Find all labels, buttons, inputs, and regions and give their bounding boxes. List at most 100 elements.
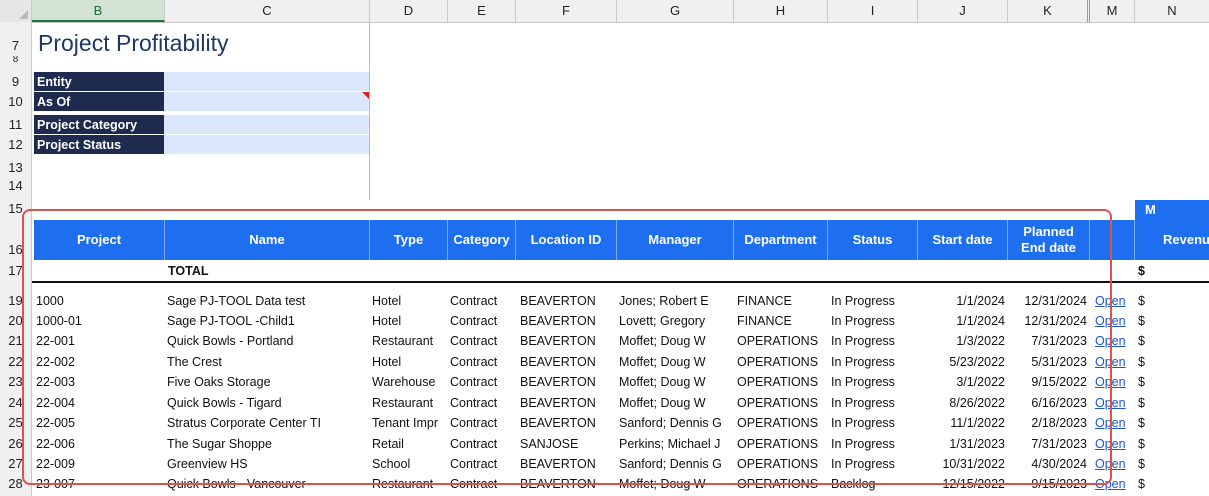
column-header-b[interactable]: B [32,0,165,22]
column-header-c[interactable]: C [165,0,370,22]
cell-status: In Progress [831,334,895,348]
row-number[interactable]: 28 [0,474,32,494]
cell-department: FINANCE [737,314,792,328]
row-number[interactable]: 10 [0,92,32,112]
cell-end: 6/16/2023 [1031,396,1087,410]
cell-start: 5/23/2022 [949,355,1005,369]
header-blank [1090,220,1135,260]
select-all-corner[interactable] [0,0,32,22]
column-header-n[interactable]: N [1135,0,1209,22]
row-number[interactable]: 13 [0,158,32,178]
row-number[interactable]: 7 [0,36,32,56]
cell-start: 12/15/2022 [942,477,1005,491]
cell-link[interactable]: Open [1095,393,1131,413]
filter-input-project-status[interactable] [164,135,369,155]
cell-link[interactable]: Open [1095,454,1131,474]
cell-status: In Progress [831,314,895,328]
row-number[interactable]: 8 [0,56,32,70]
column-header-d[interactable]: D [370,0,448,22]
cell-link[interactable]: Open [1095,352,1131,372]
header-start-date[interactable]: Start date [918,220,1008,260]
row-number[interactable]: 17 [0,261,32,281]
cell-start: 1/31/2023 [949,437,1005,451]
cell-type: Retail [372,437,404,451]
cell-name: Sage PJ-TOOL Data test [167,294,306,308]
cell-location: BEAVERTON [520,457,596,471]
cell-type: Warehouse [372,375,436,389]
cell-link[interactable]: Open [1095,291,1131,311]
row-number[interactable]: 26 [0,434,32,454]
cell-category: Contract [450,416,498,430]
cell-status: In Progress [831,294,895,308]
cell-manager: Lovett; Gregory [619,314,706,328]
column-header-k[interactable]: K [1008,0,1090,22]
cell-manager: Moffet; Doug W [619,396,706,410]
cell-manager: Moffet; Doug W [619,375,706,389]
cell-link[interactable]: Open [1095,331,1131,351]
header-planned-end-date[interactable]: Planned End date [1008,220,1090,260]
cell-link[interactable]: Open [1095,311,1131,331]
row-number[interactable]: 15 [0,199,32,219]
cell-location: BEAVERTON [520,314,596,328]
cell-category: Contract [450,294,498,308]
row-number[interactable]: 16 [0,240,32,260]
column-header-m[interactable]: M [1090,0,1135,22]
column-header-i[interactable]: I [828,0,918,22]
cell-link[interactable]: Open [1095,434,1131,454]
row-number[interactable]: 14 [0,176,32,196]
header-project[interactable]: Project [34,220,165,260]
header-category[interactable]: Category [448,220,516,260]
cell-end: 12/31/2024 [1024,294,1087,308]
row-number[interactable]: 12 [0,135,32,155]
cell-project: 22-006 [36,437,75,451]
row-number[interactable]: 21 [0,331,32,351]
cell-project: 22-009 [36,457,75,471]
header-name[interactable]: Name [165,220,370,260]
row-number[interactable]: 11 [0,115,32,135]
cell-start: 1/3/2022 [956,334,1005,348]
header-manager[interactable]: Manager [617,220,734,260]
cell-name: Quick Bowls - Tigard [167,396,282,410]
row-number[interactable]: 19 [0,291,32,311]
cell-name: Five Oaks Storage [167,375,271,389]
filter-label-project-category: Project Category [34,115,164,135]
row-number[interactable]: 24 [0,393,32,413]
header-status[interactable]: Status [828,220,918,260]
cell-end: 5/31/2023 [1031,355,1087,369]
cell-location: SANJOSE [520,437,579,451]
cell-status: In Progress [831,457,895,471]
row-number[interactable]: 20 [0,311,32,331]
cell-link[interactable]: Open [1095,372,1131,392]
row-number[interactable]: 23 [0,372,32,392]
column-header-h[interactable]: H [734,0,828,22]
cell-department: OPERATIONS [737,334,819,348]
cell-manager: Moffet; Doug W [619,477,706,491]
row-number[interactable]: 9 [0,72,32,92]
row-number[interactable]: 25 [0,413,32,433]
row-number[interactable]: 22 [0,352,32,372]
header-revenue[interactable]: Revenu [1135,220,1209,260]
header-type[interactable]: Type [370,220,448,260]
column-header-j[interactable]: J [918,0,1008,22]
filter-input-project-category[interactable] [164,115,369,135]
cell-department: OPERATIONS [737,396,819,410]
cell-location: BEAVERTON [520,294,596,308]
header-location-id[interactable]: Location ID [516,220,617,260]
cell-project: 23-007 [36,477,75,491]
cell-end: 4/30/2024 [1031,457,1087,471]
filter-input-entity[interactable] [164,72,369,92]
cell-link[interactable]: Open [1095,413,1131,433]
column-header-bar: B C D E F G H I J K M N [0,0,1209,23]
column-header-f[interactable]: F [516,0,617,22]
cell-type: Hotel [372,355,402,369]
cell-manager: Jones; Robert E [619,294,709,308]
comment-indicator-icon[interactable] [362,92,369,99]
cell-name: Greenview HS [167,457,248,471]
column-header-g[interactable]: G [617,0,734,22]
cell-cur: $ [1138,314,1145,328]
column-header-e[interactable]: E [448,0,516,22]
header-department[interactable]: Department [734,220,828,260]
filter-input-as-of[interactable] [164,92,369,112]
row-number[interactable]: 27 [0,454,32,474]
cell-link[interactable]: Open [1095,474,1131,494]
